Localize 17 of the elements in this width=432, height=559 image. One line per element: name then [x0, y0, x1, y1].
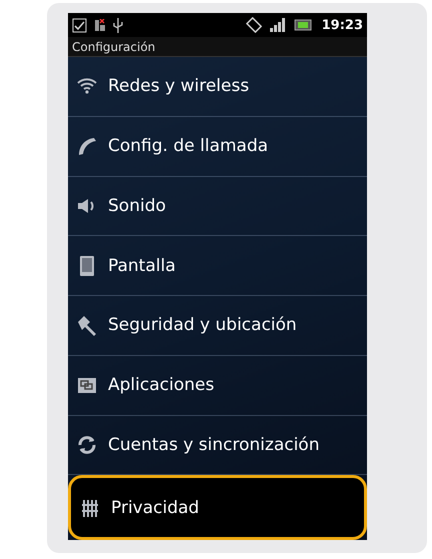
- settings-item[interactable]: Privacidad: [68, 475, 367, 540]
- settings-item[interactable]: Redes y wireless: [68, 57, 367, 117]
- settings-item[interactable]: Pantalla: [68, 236, 367, 296]
- battery-icon: [294, 19, 312, 31]
- settings-item[interactable]: Seguridad y ubicación: [68, 296, 367, 356]
- sync-icon: [76, 434, 98, 456]
- settings-item[interactable]: Aplicaciones: [68, 356, 367, 416]
- settings-item[interactable]: Config. de llamada: [68, 116, 367, 176]
- signal-icon: [270, 18, 286, 32]
- rotate-icon: [246, 17, 262, 33]
- phone-icon: [76, 135, 98, 158]
- clock-time: 19:23: [322, 18, 363, 32]
- settings-item[interactable]: Sonido: [68, 176, 367, 236]
- usb-icon: [113, 18, 123, 32]
- screen-title: Configuración: [68, 37, 367, 57]
- sim-error-icon: [95, 18, 105, 32]
- checkbox-icon: [72, 18, 87, 32]
